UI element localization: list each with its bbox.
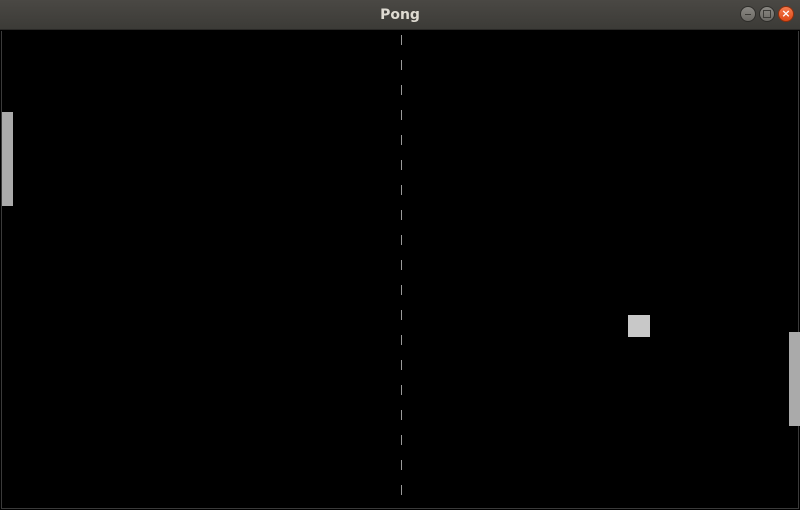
center-net [401,35,402,499]
close-icon: × [781,7,791,20]
window-title: Pong [380,7,420,23]
minimize-button[interactable] [740,6,756,22]
maximize-icon [763,10,771,18]
ball [628,315,650,337]
close-button[interactable]: × [778,6,794,22]
pong-window: Pong × [0,0,800,510]
maximize-button[interactable] [759,6,775,22]
title-bar[interactable]: Pong × [0,0,800,30]
game-court[interactable] [1,31,800,509]
right-paddle [789,332,800,426]
minimize-icon [745,14,751,15]
left-paddle [2,112,13,206]
window-controls: × [740,6,794,24]
